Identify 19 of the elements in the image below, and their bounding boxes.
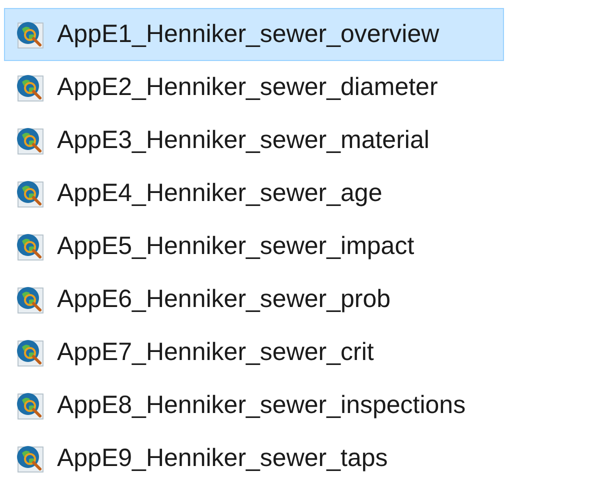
file-name: AppE3_Henniker_sewer_material — [57, 124, 430, 156]
globe-magnifier-icon — [15, 178, 45, 208]
file-name: AppE8_Henniker_sewer_inspections — [57, 390, 466, 421]
file-name: AppE7_Henniker_sewer_crit — [57, 336, 374, 368]
globe-magnifier-icon — [15, 444, 45, 474]
globe-magnifier-icon — [15, 72, 45, 102]
file-name: AppE9_Henniker_sewer_taps — [57, 442, 388, 474]
file-name: AppE1_Henniker_sewer_overview — [57, 18, 440, 50]
file-item[interactable]: AppE1_Henniker_sewer_overview — [4, 8, 504, 61]
globe-magnifier-icon — [15, 232, 45, 262]
globe-magnifier-icon — [15, 284, 45, 314]
globe-magnifier-icon — [15, 20, 45, 50]
file-name: AppE5_Henniker_sewer_impact — [57, 230, 414, 262]
globe-magnifier-icon — [15, 126, 45, 156]
globe-magnifier-icon — [15, 390, 45, 420]
file-name: AppE6_Henniker_sewer_prob — [57, 284, 391, 315]
file-name: AppE4_Henniker_sewer_age — [57, 178, 382, 209]
file-name: AppE2_Henniker_sewer_diameter — [57, 72, 438, 103]
globe-magnifier-icon — [15, 338, 45, 368]
